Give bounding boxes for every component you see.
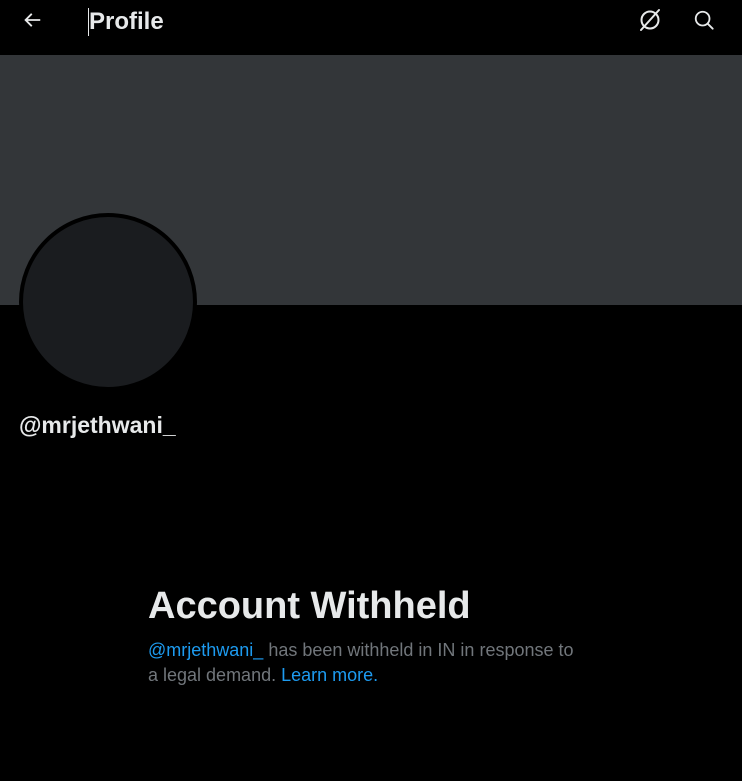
arrow-left-icon: [21, 9, 43, 36]
page-title: Profile: [89, 8, 164, 35]
learn-more-link[interactable]: Learn more.: [281, 665, 378, 685]
grok-icon: [637, 7, 663, 38]
profile-handle: @mrjethwani_: [19, 412, 176, 438]
withheld-title: Account Withheld: [148, 585, 471, 627]
withheld-message: @mrjethwani_ has been withheld in IN in …: [148, 638, 588, 688]
search-icon: [693, 9, 715, 36]
withheld-handle-link[interactable]: @mrjethwani_: [148, 640, 263, 660]
top-bar: Profile: [0, 0, 742, 55]
grok-button[interactable]: [633, 5, 667, 39]
avatar[interactable]: [19, 213, 197, 391]
back-button[interactable]: [15, 5, 49, 39]
search-button[interactable]: [687, 5, 721, 39]
